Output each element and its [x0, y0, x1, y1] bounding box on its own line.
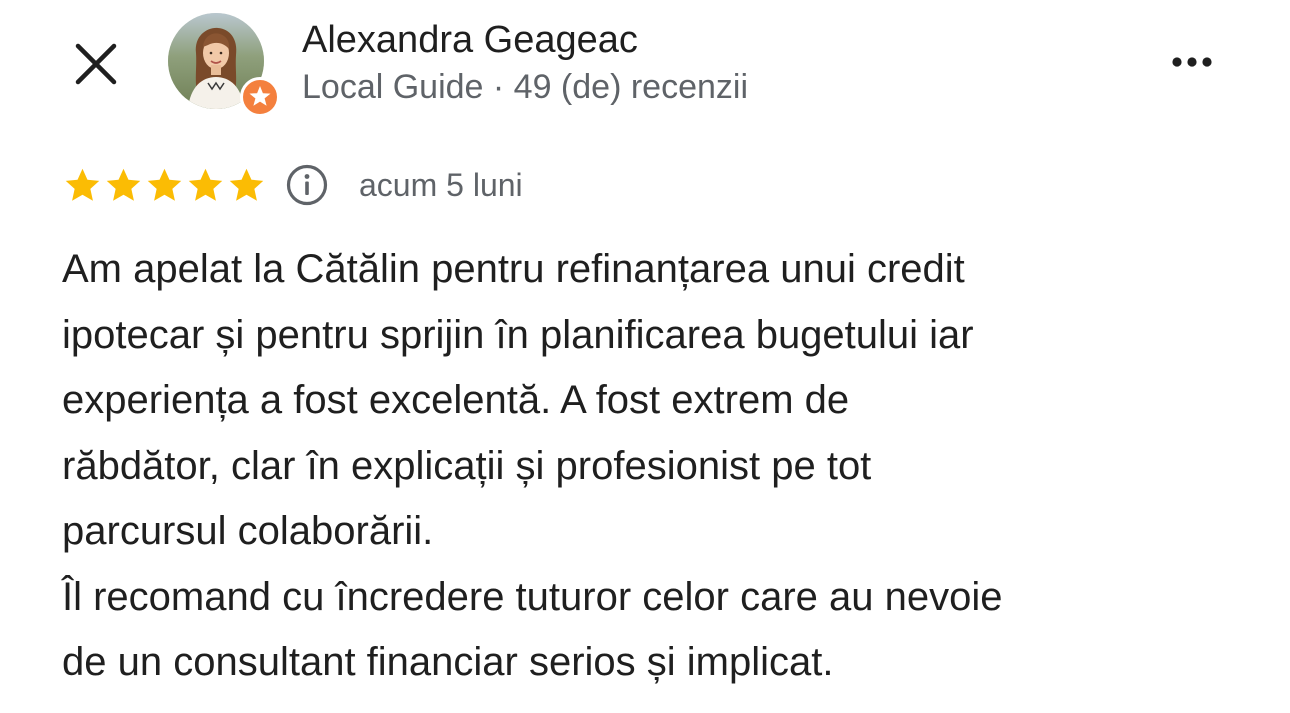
review-line: Am apelat la Cătălin pentru refinanțarea…: [62, 247, 965, 291]
star-icon: [144, 165, 185, 206]
author-name[interactable]: Alexandra Geageac: [302, 18, 638, 62]
info-button[interactable]: [285, 163, 329, 207]
star-icon: [103, 165, 144, 206]
star-icon: [185, 165, 226, 206]
review-line: ipotecar și pentru sprijin în planificar…: [62, 312, 974, 357]
rating-row: acum 5 luni: [62, 160, 523, 210]
author-meta: Local Guide · 49 (de) recenzii: [302, 68, 749, 106]
close-button[interactable]: [72, 40, 120, 88]
review-line: experiența a fost excelentă. A fost extr…: [62, 378, 850, 422]
close-icon: [75, 43, 117, 85]
star-icon: [62, 165, 103, 206]
info-icon: [286, 164, 328, 206]
more-options-button[interactable]: [1164, 44, 1220, 80]
author-avatar-group[interactable]: [168, 13, 280, 117]
star-rating: [62, 165, 267, 206]
review-line: de un consultant financiar serios și imp…: [62, 640, 834, 684]
local-guide-badge: [240, 77, 280, 117]
review-line: parcursul colaborării.: [62, 509, 434, 553]
review-line: răbdător, clar în explicații și profesio…: [62, 443, 872, 488]
star-icon: [226, 165, 267, 206]
review-line: Îl recomand cu încredere tuturor celor c…: [62, 574, 1003, 619]
review-text: Am apelat la Cătălin pentru refinanțarea…: [62, 237, 1262, 696]
local-guide-star-icon: [249, 86, 271, 106]
more-horizontal-icon: [1172, 57, 1212, 67]
review-date: acum 5 luni: [359, 167, 523, 203]
